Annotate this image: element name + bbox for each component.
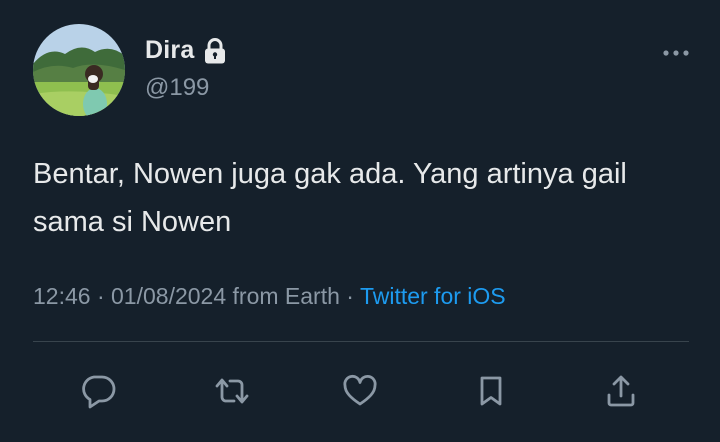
- profile-photo: [33, 24, 125, 116]
- comment-icon: [82, 375, 116, 409]
- lock-icon: [204, 37, 226, 64]
- tweet-text: Bentar, Nowen juga gak ada. Yang artinya…: [33, 158, 627, 238]
- tweet-source-link[interactable]: Twitter for iOS: [360, 283, 506, 309]
- avatar[interactable]: [33, 24, 125, 116]
- bookmark-icon: [480, 376, 502, 406]
- user-handle[interactable]: @199: [145, 74, 209, 102]
- divider: [33, 341, 689, 342]
- tweet-card: Dira @199 Bentar, Nowen juga gak ada. Ya…: [0, 0, 720, 442]
- bookmark-button[interactable]: [469, 369, 513, 413]
- share-button[interactable]: [599, 369, 643, 413]
- more-options-icon[interactable]: [661, 46, 691, 60]
- tweet-date[interactable]: 01/08/2024: [111, 283, 226, 309]
- like-button[interactable]: [338, 369, 382, 413]
- name-row: Dira: [145, 36, 226, 65]
- meta-separator: ·: [339, 283, 360, 309]
- heart-icon: [343, 374, 377, 406]
- tweet-time[interactable]: 12:46: [33, 283, 91, 309]
- meta-separator: ·: [90, 283, 112, 309]
- display-name[interactable]: Dira: [145, 36, 194, 65]
- retweet-button[interactable]: [210, 369, 254, 413]
- retweet-icon: [215, 378, 249, 404]
- tweet-metadata: 12:46 · 01/08/2024 from Earth · Twitter …: [33, 283, 506, 310]
- reply-button[interactable]: [76, 369, 120, 413]
- tweet-location: from Earth: [226, 283, 340, 309]
- share-icon: [607, 375, 635, 407]
- action-bar: [0, 369, 720, 413]
